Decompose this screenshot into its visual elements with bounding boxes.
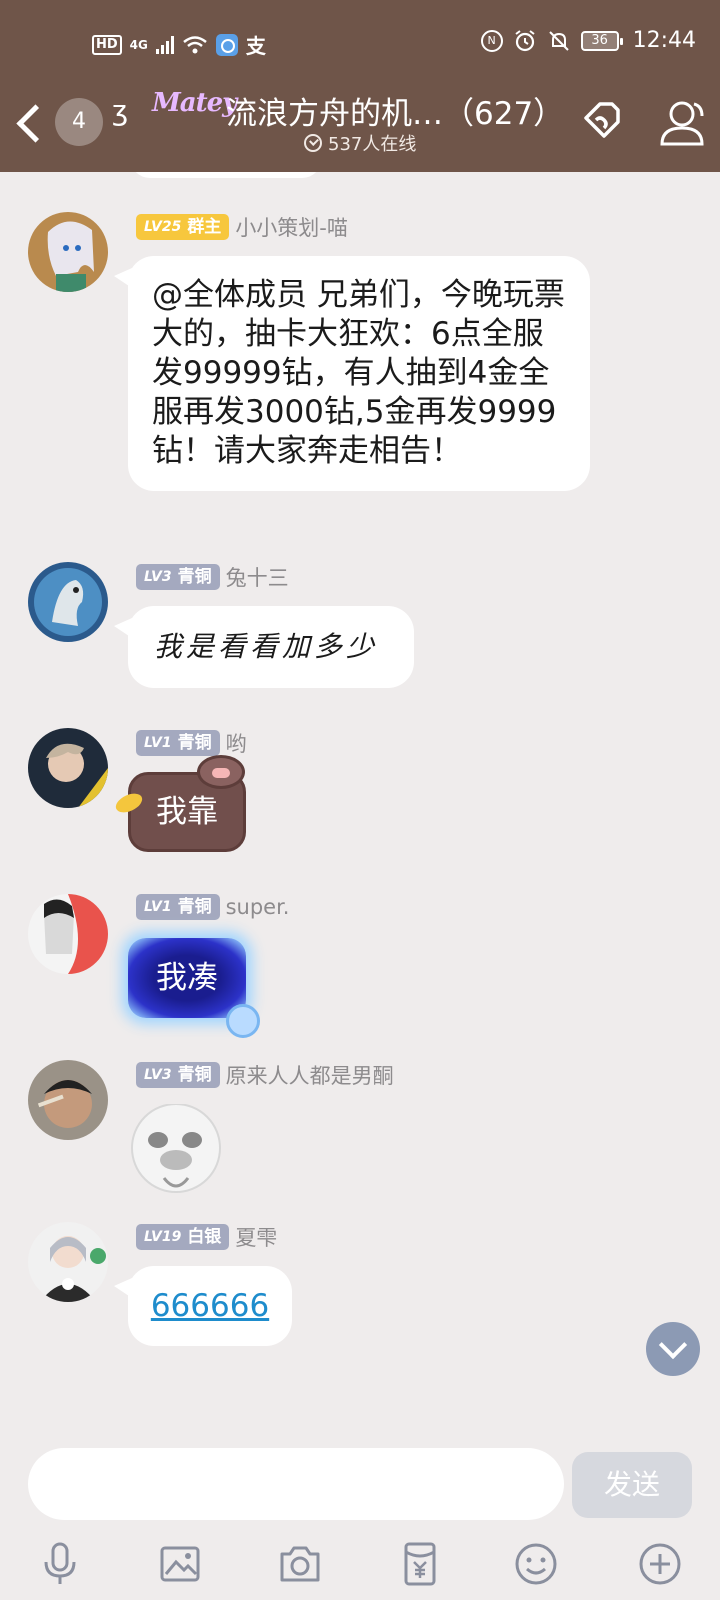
plus-icon[interactable] xyxy=(636,1540,684,1588)
tag-link-icon[interactable] xyxy=(578,96,626,144)
red-packet-icon[interactable] xyxy=(396,1540,444,1588)
message-list[interactable]: LV25 群主 小小策划-喵 @全体成员 兄弟们，今晚玩票大的，抽卡大狂欢：6点全… xyxy=(0,172,720,1444)
send-button[interactable]: 发送 xyxy=(572,1452,692,1518)
banana-decoration-icon xyxy=(112,789,146,817)
network-type: 4G xyxy=(129,37,148,52)
back-button[interactable] xyxy=(12,98,52,148)
input-bar: 发送 xyxy=(0,1444,720,1600)
level-badge: LV1 青铜 xyxy=(136,730,220,756)
alarm-icon xyxy=(514,29,535,51)
microphone-icon[interactable] xyxy=(36,1540,84,1588)
online-count: 537人在线 xyxy=(304,130,416,156)
unread-count-badge[interactable]: 4 xyxy=(55,98,103,146)
clock: 12:44 xyxy=(632,28,696,53)
status-bar: HD 4G 支 N 36 12:44 xyxy=(0,0,720,86)
online-check-icon xyxy=(304,134,322,152)
pig-style-bubble[interactable]: 我靠 xyxy=(112,755,246,852)
chat-header: 4 ʒ Matey 流浪方舟的机…（627） 537人在线 xyxy=(0,86,720,172)
level-badge: LV3 青铜 xyxy=(136,564,220,590)
level-badge: LV25 群主 xyxy=(136,214,230,240)
avatar[interactable] xyxy=(28,894,108,974)
avatar[interactable] xyxy=(28,1222,108,1302)
level-badge: LV19 白银 xyxy=(136,1224,230,1250)
avatar[interactable] xyxy=(28,212,108,292)
wifi-icon xyxy=(183,35,207,53)
hourglass-decoration-icon xyxy=(226,1004,260,1038)
sender-name[interactable]: super. xyxy=(226,895,290,919)
avatar[interactable] xyxy=(28,728,108,808)
galaxy-style-bubble[interactable]: 我凑 xyxy=(128,938,260,1038)
level-badge: LV3 青铜 xyxy=(136,1062,220,1088)
battery-icon: 36 xyxy=(580,30,623,51)
matey-logo: Matey xyxy=(152,88,237,118)
message-bubble[interactable]: 666666 xyxy=(114,1266,292,1346)
message-bubble[interactable]: @全体成员 兄弟们，今晚玩票大的，抽卡大狂欢：6点全服发99999钻，有人抽到4… xyxy=(114,256,590,491)
top-bar: HD 4G 支 N 36 12:44 4 ʒ Matey 流浪方舟的机…（627… xyxy=(0,0,720,172)
app-notification-icon xyxy=(215,33,238,56)
scroll-down-button[interactable] xyxy=(646,1322,700,1376)
avatar[interactable] xyxy=(28,562,108,642)
pig-decoration-icon xyxy=(197,755,245,789)
group-members-icon[interactable] xyxy=(654,94,710,150)
earpiece-mode-icon[interactable]: ʒ xyxy=(112,94,128,127)
sender-name[interactable]: 原来人人都是男酮 xyxy=(226,1060,394,1090)
message-input[interactable] xyxy=(28,1448,564,1520)
message-bubble[interactable]: 我是看看加多少 xyxy=(114,606,414,688)
mute-bell-icon xyxy=(548,30,569,51)
emoji-icon[interactable] xyxy=(512,1540,560,1588)
group-title[interactable]: 流浪方舟的机…（627） xyxy=(226,88,564,133)
hd-indicator: HD xyxy=(92,34,122,55)
avatar[interactable] xyxy=(28,1060,108,1140)
message-link[interactable]: 666666 xyxy=(151,1288,269,1324)
nfc-icon: N xyxy=(480,29,503,52)
previous-message-bubble xyxy=(130,172,322,178)
sender-name[interactable]: 夏雫 xyxy=(235,1222,277,1252)
alipay-icon: 支 xyxy=(245,34,266,58)
signal-icon xyxy=(155,35,174,54)
panda-meme-sticker[interactable] xyxy=(128,1104,224,1196)
sender-name[interactable]: 小小策划-喵 xyxy=(235,212,348,242)
image-icon[interactable] xyxy=(156,1540,204,1588)
camera-icon[interactable] xyxy=(276,1540,324,1588)
sender-name[interactable]: 兔十三 xyxy=(226,562,289,592)
sender-name[interactable]: 哟 xyxy=(226,728,247,758)
level-badge: LV1 青铜 xyxy=(136,894,220,920)
input-toolbar xyxy=(0,1540,720,1600)
